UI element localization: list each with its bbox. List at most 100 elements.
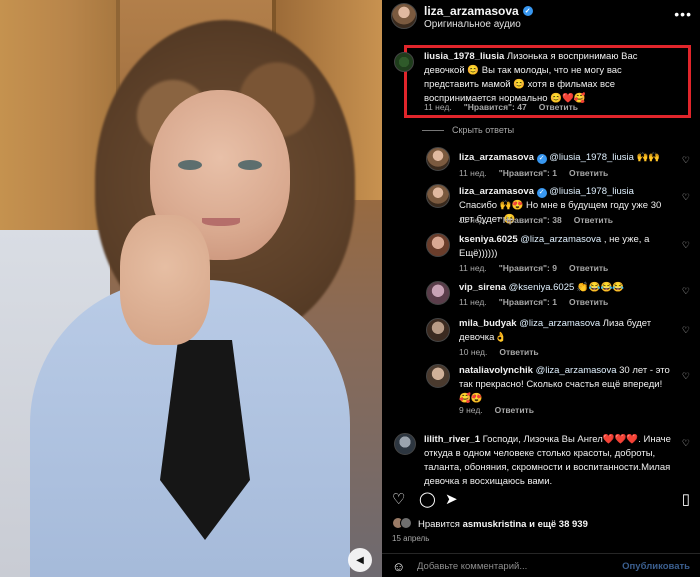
likes-user[interactable]: asmuskristina bbox=[463, 519, 527, 530]
action-bar: ♡ ◯ ➤ ▯ bbox=[382, 490, 700, 512]
likes-prefix: Нравится bbox=[418, 519, 463, 530]
video-eye-left bbox=[178, 160, 202, 170]
reply-username[interactable]: kseniya.6025 bbox=[459, 234, 518, 245]
reply-text: kseniya.6025 @liza_arzamasova , не уже, … bbox=[459, 233, 674, 261]
reply-meta: 10 нед. Ответить bbox=[459, 347, 539, 357]
reply-text: mila_budyak @liza_arzamasova Лиза будет … bbox=[459, 317, 674, 345]
reply-button[interactable]: Ответить bbox=[539, 102, 578, 112]
reply-time: 10 нед. bbox=[459, 347, 488, 357]
avatar[interactable] bbox=[426, 233, 450, 257]
reply-mention[interactable]: @liusia_1978_liusia bbox=[549, 186, 634, 197]
reply-mention[interactable]: @liusia_1978_liusia bbox=[549, 152, 634, 163]
reply-time: 11 нед. bbox=[459, 168, 487, 178]
comments-panel: liza_arzamasova ✓ Оригинальное аудио •••… bbox=[382, 0, 700, 577]
verified-icon: ✓ bbox=[536, 154, 547, 164]
reply-username[interactable]: vip_sirena bbox=[459, 282, 506, 293]
reply-mention[interactable]: @kseniya.6025 bbox=[509, 282, 575, 293]
video-eye-right bbox=[238, 160, 262, 170]
reply-mention[interactable]: @liza_arzamasova bbox=[520, 234, 601, 245]
reply-username[interactable]: liza_arzamasova bbox=[459, 186, 534, 197]
share-icon[interactable]: ➤ bbox=[445, 490, 458, 508]
likes-summary[interactable]: Нравится asmuskristina и ещё 38 939 bbox=[392, 517, 588, 532]
reply-body: 🙌🙌 bbox=[633, 152, 661, 163]
like-heart-icon[interactable]: ♡ bbox=[682, 240, 690, 251]
speaker-icon: ◀ bbox=[356, 554, 364, 566]
hide-replies-label: Скрыть ответы bbox=[452, 125, 515, 135]
liker-avatars bbox=[392, 517, 412, 532]
reply-text: vip_sirena @kseniya.6025 👏😂😂😂 bbox=[459, 281, 674, 295]
comment-text: liusia_1978_liusia Лизонька я воспринима… bbox=[424, 50, 679, 106]
avatar[interactable] bbox=[426, 184, 450, 208]
post-date: 15 апрель bbox=[392, 534, 430, 543]
emoji-icon[interactable]: ☺ bbox=[392, 559, 405, 574]
avatar[interactable] bbox=[426, 281, 450, 305]
reply-meta: 11 нед. "Нравится": 1 Ответить bbox=[459, 168, 608, 178]
avatar[interactable] bbox=[426, 364, 450, 388]
verified-icon: ✓ bbox=[536, 188, 547, 198]
likes-text: Нравится asmuskristina и ещё 38 939 bbox=[418, 519, 588, 530]
verified-icon: ✓ bbox=[522, 6, 533, 16]
reply-likes[interactable]: "Нравится": 9 bbox=[499, 263, 557, 273]
comment-likes[interactable]: "Нравится": 47 bbox=[464, 102, 527, 112]
add-comment-bar: ☺ Добавьте комментарий... Опубликовать bbox=[382, 553, 700, 577]
like-heart-icon[interactable]: ♡ bbox=[682, 325, 690, 336]
reply-body: 👏😂😂😂 bbox=[574, 282, 625, 293]
reply-likes[interactable]: "Нравится": 1 bbox=[499, 168, 557, 178]
comment-meta: 11 нед. "Нравится": 47 Ответить bbox=[424, 102, 578, 112]
divider bbox=[422, 129, 444, 131]
like-heart-icon[interactable]: ♡ bbox=[682, 192, 690, 203]
like-heart-icon[interactable]: ♡ bbox=[682, 155, 690, 166]
header-username[interactable]: liza_arzamasova bbox=[424, 4, 519, 18]
reply-meta: 11 нед. "Нравится": 1 Ответить bbox=[459, 297, 608, 307]
reply-time: 9 нед. bbox=[459, 405, 483, 415]
reply-button[interactable]: Ответить bbox=[499, 347, 538, 357]
like-heart-icon[interactable]: ♡ bbox=[682, 371, 690, 382]
reply-username[interactable]: liza_arzamasova bbox=[459, 152, 534, 163]
video-mouth bbox=[202, 218, 240, 226]
avatar[interactable] bbox=[426, 318, 450, 342]
like-heart-icon[interactable]: ♡ bbox=[682, 438, 690, 449]
reply-likes[interactable]: "Нравится": 1 bbox=[499, 297, 557, 307]
avatar[interactable] bbox=[394, 52, 414, 72]
comment-text: lilith_river_1 Господи, Лизочка Вы Ангел… bbox=[424, 433, 674, 489]
reply-text: nataliavolynchik @liza_arzamasova 30 лет… bbox=[459, 364, 674, 406]
post-header: liza_arzamasova ✓ Оригинальное аудио ••• bbox=[382, 0, 700, 36]
reply-time: 11 нед. bbox=[459, 215, 487, 225]
publish-button[interactable]: Опубликовать bbox=[622, 561, 690, 572]
reply-username[interactable]: mila_budyak bbox=[459, 318, 517, 329]
reply-meta: 9 нед. Ответить bbox=[459, 405, 534, 415]
reply-meta: 11 нед. "Нравится": 38 Ответить bbox=[459, 215, 613, 225]
reply-mention[interactable]: @liza_arzamasova bbox=[536, 365, 617, 376]
reply-button[interactable]: Ответить bbox=[574, 215, 613, 225]
bookmark-icon[interactable]: ▯ bbox=[682, 490, 690, 508]
avatar[interactable] bbox=[426, 147, 450, 171]
reply-button[interactable]: Ответить bbox=[495, 405, 534, 415]
hide-replies-button[interactable]: Скрыть ответы bbox=[422, 125, 514, 135]
reply-mention[interactable]: @liza_arzamasova bbox=[519, 318, 600, 329]
header-user: liza_arzamasova ✓ bbox=[424, 4, 533, 18]
reply-button[interactable]: Ответить bbox=[569, 168, 608, 178]
audio-label[interactable]: Оригинальное аудио bbox=[424, 19, 521, 30]
avatar[interactable] bbox=[391, 3, 417, 29]
comment-icon[interactable]: ◯ bbox=[419, 490, 436, 508]
reply-button[interactable]: Ответить bbox=[569, 263, 608, 273]
mute-button[interactable]: ◀ bbox=[348, 548, 372, 572]
like-heart-icon[interactable]: ♡ bbox=[682, 286, 690, 297]
reply-time: 11 нед. bbox=[459, 263, 487, 273]
avatar bbox=[400, 517, 412, 529]
comment-input[interactable]: Добавьте комментарий... bbox=[417, 561, 527, 572]
likes-count[interactable]: и ещё 38 939 bbox=[526, 519, 588, 530]
comment-username[interactable]: liusia_1978_liusia bbox=[424, 51, 504, 62]
comment-username[interactable]: lilith_river_1 bbox=[424, 434, 480, 445]
reply-button[interactable]: Ответить bbox=[569, 297, 608, 307]
video-player[interactable]: ◀ bbox=[0, 0, 382, 577]
avatar[interactable] bbox=[394, 433, 416, 455]
reply-likes[interactable]: "Нравится": 38 bbox=[499, 215, 562, 225]
heart-icon[interactable]: ♡ bbox=[392, 490, 405, 508]
reply-time: 11 нед. bbox=[459, 297, 487, 307]
reply-meta: 11 нед. "Нравится": 9 Ответить bbox=[459, 263, 608, 273]
reply-text: liza_arzamasova ✓ @liusia_1978_liusia 🙌🙌 bbox=[459, 151, 674, 165]
video-person-hand bbox=[120, 215, 210, 345]
reply-username[interactable]: nataliavolynchik bbox=[459, 365, 533, 376]
more-dots-icon[interactable]: ••• bbox=[674, 6, 692, 22]
